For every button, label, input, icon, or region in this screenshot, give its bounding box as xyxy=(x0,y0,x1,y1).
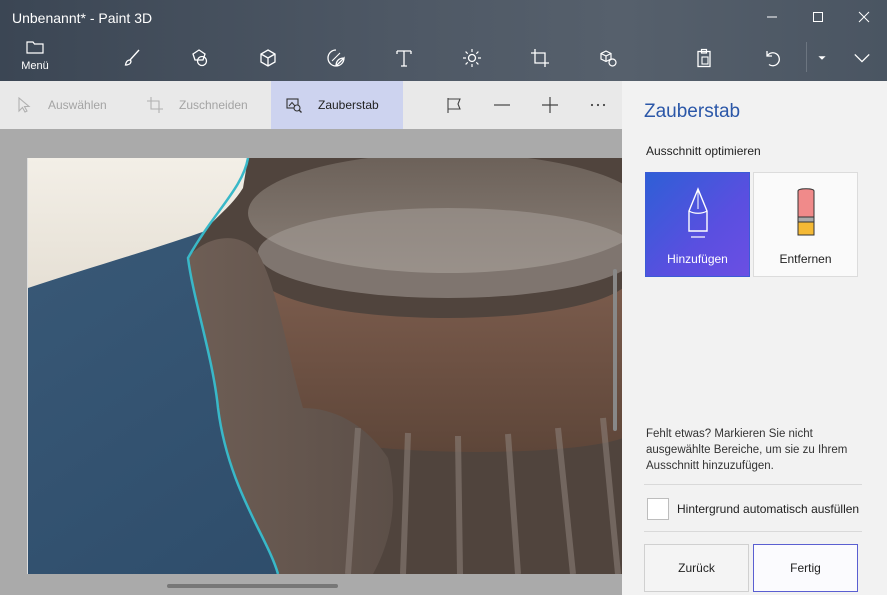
divider xyxy=(644,484,862,485)
brush-icon xyxy=(124,49,140,66)
divider xyxy=(644,531,862,532)
2d-shapes-tool[interactable] xyxy=(180,40,220,76)
plus-icon xyxy=(542,97,558,113)
window-title: Unbenannt* - Paint 3D xyxy=(12,10,153,26)
eraser-icon xyxy=(797,188,814,236)
crop-label: Zuschneiden xyxy=(179,98,248,112)
select-button[interactable]: Auswählen xyxy=(16,81,136,129)
undo-button[interactable] xyxy=(752,40,792,76)
caret-down-icon xyxy=(818,56,826,60)
history-dropdown-button[interactable] xyxy=(802,40,842,76)
close-icon xyxy=(858,11,870,23)
maximize-button[interactable] xyxy=(795,0,841,34)
2d-shapes-icon xyxy=(192,49,208,67)
magic-select-icon xyxy=(286,98,302,113)
photo-glass-in-hand xyxy=(28,158,622,574)
chevron-down-icon xyxy=(854,53,870,63)
more-button[interactable] xyxy=(582,81,614,129)
cursor-icon xyxy=(18,97,31,113)
minimize-button[interactable] xyxy=(749,0,795,34)
magic-select-panel: Zauberstab Ausschnitt optimieren Hinzufü… xyxy=(622,81,887,595)
remove-button[interactable]: Entfernen xyxy=(753,172,858,277)
top-bar: Unbenannt* - Paint 3D Menü xyxy=(0,0,887,81)
hint-text: Fehlt etwas? Markieren Sie nicht ausgewä… xyxy=(646,428,848,472)
sub-toolbar: Auswählen Zuschneiden Zauberstab xyxy=(0,81,622,129)
remove-label: Entfernen xyxy=(779,252,832,266)
panel-subtitle: Ausschnitt optimieren xyxy=(646,144,761,158)
autofill-checkbox[interactable] xyxy=(647,498,669,520)
undo-icon xyxy=(766,51,780,67)
back-button[interactable]: Zurück xyxy=(644,544,749,592)
magic-select-label: Zauberstab xyxy=(318,98,379,112)
canvas-image[interactable] xyxy=(27,158,622,574)
text-tool[interactable] xyxy=(384,40,424,76)
text-icon xyxy=(396,50,412,67)
panel-title: Zauberstab xyxy=(644,101,741,122)
maximize-icon xyxy=(813,12,823,22)
flag-icon xyxy=(447,98,461,113)
menu-button[interactable]: Menü xyxy=(12,38,58,78)
paste-button[interactable] xyxy=(684,40,724,76)
vertical-scrollbar[interactable] xyxy=(613,269,617,431)
effects-tool[interactable] xyxy=(452,40,492,76)
minus-icon xyxy=(494,104,510,106)
sticker-icon xyxy=(327,49,345,67)
more-icon xyxy=(590,103,606,107)
close-button[interactable] xyxy=(841,0,887,34)
add-label: Hinzufügen xyxy=(667,252,728,266)
menu-label: Menü xyxy=(21,60,49,72)
canvas-area xyxy=(0,129,622,595)
canvas-tool[interactable] xyxy=(520,40,560,76)
stickers-tool[interactable] xyxy=(316,40,356,76)
zoom-in-button[interactable] xyxy=(534,81,566,129)
horizontal-scrollbar[interactable] xyxy=(167,584,338,588)
folder-icon xyxy=(26,41,44,54)
3d-library-tool[interactable] xyxy=(588,40,628,76)
cube-icon xyxy=(260,49,276,67)
pen-nib-icon xyxy=(687,187,708,238)
crop-button[interactable]: Zuschneiden xyxy=(147,81,267,129)
collapse-toolbar-button[interactable] xyxy=(842,40,882,76)
autofill-label: Hintergrund automatisch ausfüllen xyxy=(677,502,860,516)
select-label: Auswählen xyxy=(48,98,107,112)
minimize-icon xyxy=(767,16,777,18)
add-button[interactable]: Hinzufügen xyxy=(645,172,750,277)
flag-button[interactable] xyxy=(438,81,470,129)
magic-select-button[interactable]: Zauberstab xyxy=(271,81,403,129)
3d-library-icon xyxy=(600,50,617,67)
clipboard-icon xyxy=(697,48,711,68)
brushes-tool[interactable] xyxy=(112,40,152,76)
sun-icon xyxy=(463,49,481,67)
crop-icon xyxy=(147,97,163,113)
canvas-icon xyxy=(531,49,549,67)
done-button[interactable]: Fertig xyxy=(753,544,858,592)
zoom-out-button[interactable] xyxy=(486,81,518,129)
3d-shapes-tool[interactable] xyxy=(248,40,288,76)
